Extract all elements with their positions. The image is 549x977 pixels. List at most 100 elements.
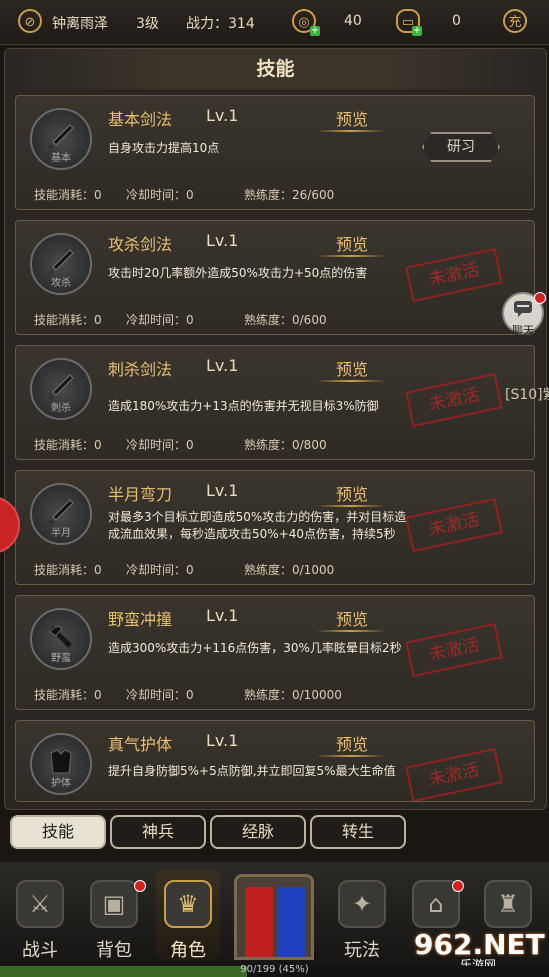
skill-desc: 提升自身防御5%+5点防御,并立即回复5%最大生命值: [108, 764, 396, 778]
bag-notification-dot: [134, 880, 146, 892]
nav-gate[interactable]: [228, 870, 320, 960]
swords-icon: ⚔: [16, 880, 64, 928]
bag-icon: ▣: [90, 880, 138, 928]
skill-mastery: 熟练度：0/1000: [244, 563, 335, 577]
preview-underline: [316, 505, 386, 507]
skill-level: Lv.1: [206, 481, 239, 500]
skill-name: 基本剑法: [108, 110, 173, 129]
research-button[interactable]: 研习: [422, 132, 500, 162]
xp-bar: 90/199 (45%): [0, 964, 549, 977]
skill-name: 半月弯刀: [108, 485, 173, 504]
preview-link[interactable]: 预览: [336, 106, 368, 130]
chat-notification-dot: [534, 292, 546, 304]
preview-underline: [316, 130, 386, 132]
skill-card[interactable]: 野蛮 野蛮冲撞 Lv.1 预览 造成300%攻击力+116点伤害，30%几率眩晕…: [15, 595, 535, 710]
skill-cooldown: 冷却时间：0: [126, 688, 194, 702]
skill-panel: 技能 基本 基本剑法 Lv.1 预览 自身攻击力提高10点 研习 技能消耗：0 …: [4, 48, 547, 810]
gold-amount: 40: [344, 13, 362, 29]
skill-icon: 刺杀: [30, 358, 92, 420]
skill-icon: 护体: [30, 733, 92, 795]
top-bar: ⊘ 钟离雨泽 3级 战力：314 ◎ + 40 ▭ + 0 充: [0, 0, 549, 45]
side-system-message: [S10]紫: [505, 387, 549, 403]
skill-card[interactable]: 刺杀 刺杀剑法 Lv.1 预览 造成180%攻击力+13点的伤害并无视目标3%防…: [15, 345, 535, 460]
skill-name: 真气护体: [108, 735, 173, 754]
skill-icon-tag: 刺杀: [51, 403, 71, 414]
gate-icon: [234, 874, 314, 960]
skill-desc: 造成180%攻击力+13点的伤害并无视目标3%防御: [108, 399, 379, 413]
sword-icon: [48, 499, 74, 525]
axe-icon: [49, 626, 72, 648]
skill-desc: 对最多3个目标立即造成50%攻击力的伤害，并对目标造成流血效果，每秒造成攻击50…: [108, 510, 407, 541]
skill-cost: 技能消耗：0: [34, 688, 102, 702]
chat-label: 聊天: [512, 324, 534, 337]
skill-cost: 技能消耗：0: [34, 438, 102, 452]
combat-power: 战力：314: [186, 16, 255, 32]
chat-bubble-icon: [514, 301, 532, 317]
nav-label: 背包: [96, 940, 132, 961]
sword-icon: [48, 249, 74, 275]
nav-label: 玩法: [344, 940, 380, 961]
skill-icon-tag: 半月: [51, 528, 71, 539]
nav-character[interactable]: ♛ 角色: [156, 870, 220, 961]
sword-icon: [48, 124, 74, 150]
skill-cooldown: 冷却时间：0: [126, 438, 194, 452]
chat-button[interactable]: 聊天: [502, 292, 546, 337]
skill-icon: 野蛮: [30, 608, 92, 670]
skill-mastery: 熟练度：0/10000: [244, 688, 342, 702]
preview-underline: [316, 630, 386, 632]
tab-skills[interactable]: 技能: [10, 815, 106, 849]
tab-rebirth[interactable]: 转生: [310, 815, 406, 849]
skill-icon-tag: 护体: [51, 778, 71, 789]
nav-bag[interactable]: ▣ 背包: [82, 870, 146, 961]
class-emblem-icon: ⊘: [18, 9, 42, 33]
preview-underline: [316, 380, 386, 382]
skill-icon-tag: 野蛮: [51, 653, 71, 664]
skill-name: 攻杀剑法: [108, 235, 173, 254]
helmet-icon: ♛: [164, 880, 212, 928]
skill-icon-tag: 基本: [51, 153, 71, 164]
skill-name: 刺杀剑法: [108, 360, 173, 379]
skill-cooldown: 冷却时间：0: [126, 563, 194, 577]
skill-card[interactable]: 护体 真气护体 Lv.1 预览 提升自身防御5%+5点防御,并立即回复5%最大生…: [15, 720, 535, 802]
chest-notification-dot: [452, 880, 464, 892]
nav-label: 角色: [170, 940, 206, 961]
skill-cost: 技能消耗：0: [34, 563, 102, 577]
skill-icon: 半月: [30, 483, 92, 545]
skill-level: Lv.1: [206, 106, 239, 125]
recharge-button[interactable]: 充: [503, 9, 527, 33]
preview-link[interactable]: 预览: [336, 606, 368, 630]
skill-card[interactable]: 基本 基本剑法 Lv.1 预览 自身攻击力提高10点 研习 技能消耗：0 冷却时…: [15, 95, 535, 210]
preview-link[interactable]: 预览: [336, 356, 368, 380]
tab-divine-weapon[interactable]: 神兵: [110, 815, 206, 849]
inactive-stamp: 未激活: [405, 247, 503, 303]
tab-meridians[interactable]: 经脉: [210, 815, 306, 849]
skill-cost: 技能消耗：0: [34, 313, 102, 327]
preview-link[interactable]: 预览: [336, 481, 368, 505]
preview-underline: [316, 255, 386, 257]
xp-text: 90/199 (45%): [240, 964, 309, 975]
panel-title: 技能: [5, 49, 546, 89]
ingot-amount: 0: [452, 13, 461, 29]
skill-mastery: 熟练度：26/600: [244, 188, 335, 202]
skill-card[interactable]: 半月 半月弯刀 Lv.1 预览 对最多3个目标立即造成50%攻击力的伤害，并对目…: [15, 470, 535, 585]
skill-level: Lv.1: [206, 356, 239, 375]
skill-cooldown: 冷却时间：0: [126, 313, 194, 327]
player-level: 3级: [136, 16, 159, 32]
add-ingot-icon[interactable]: +: [412, 26, 422, 36]
player-name: 钟离雨泽: [52, 16, 108, 32]
preview-link[interactable]: 预览: [336, 231, 368, 255]
skill-icon-tag: 攻杀: [51, 278, 71, 289]
nav-battle[interactable]: ⚔ 战斗: [8, 870, 72, 961]
skill-icon: 攻杀: [30, 233, 92, 295]
preview-link[interactable]: 预览: [336, 731, 368, 755]
add-gold-icon[interactable]: +: [310, 26, 320, 36]
inactive-stamp: 未激活: [405, 497, 503, 553]
preview-underline: [316, 755, 386, 757]
tower-icon: ♜: [484, 880, 532, 928]
skill-card[interactable]: 攻杀 攻杀剑法 Lv.1 预览 攻击时20几率额外造成50%攻击力+50点的伤害…: [15, 220, 535, 335]
sword-circle-icon: ✦: [338, 880, 386, 928]
nav-label: 战斗: [22, 940, 58, 961]
inactive-stamp: 未激活: [405, 747, 503, 801]
nav-gameplay[interactable]: ✦ 玩法: [330, 870, 394, 961]
inactive-stamp: 未激活: [405, 622, 503, 678]
